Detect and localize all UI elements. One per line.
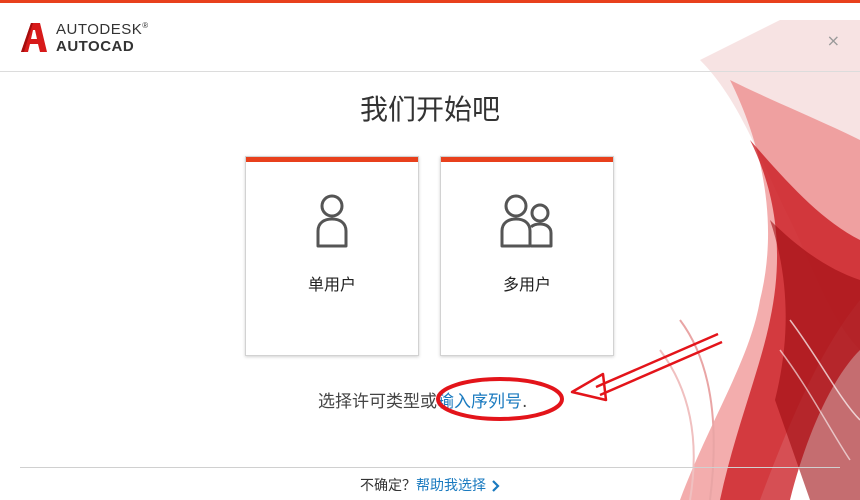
autocad-logo-icon: [21, 23, 47, 52]
footer: 不确定？帮助我选择: [0, 475, 860, 495]
people-icon: [500, 194, 553, 248]
brand-autodesk: AUTODESK®: [56, 21, 149, 38]
license-choice-line: 选择许可类型或输入序列号.: [318, 387, 527, 412]
help-link-label: 帮助我选择: [416, 478, 486, 494]
brand-autocad: AUTOCAD: [56, 38, 135, 55]
app-header: AUTODESK® AUTOCAD ×: [0, 3, 860, 72]
period-text: .: [522, 392, 528, 412]
trademark-symbol: ®: [142, 21, 149, 30]
close-button[interactable]: ×: [827, 33, 840, 49]
single-user-card[interactable]: 单用户: [245, 156, 419, 356]
single-user-label: 单用户: [307, 275, 356, 294]
unsure-text: 不确定？: [360, 478, 416, 494]
enter-serial-link[interactable]: 输入序列号: [437, 392, 522, 412]
card-accent-bar: [441, 157, 613, 162]
choose-license-text: 选择许可类型或: [318, 392, 437, 412]
chevron-right-icon: [492, 480, 500, 492]
help-me-choose-link[interactable]: 帮助我选择: [416, 478, 500, 494]
page-title: 我们开始吧: [359, 93, 500, 126]
multi-user-label: 多用户: [502, 275, 551, 294]
person-icon: [316, 194, 348, 248]
multi-user-card[interactable]: 多用户: [440, 156, 614, 356]
card-accent-bar: [246, 157, 418, 162]
footer-divider: [20, 467, 840, 468]
